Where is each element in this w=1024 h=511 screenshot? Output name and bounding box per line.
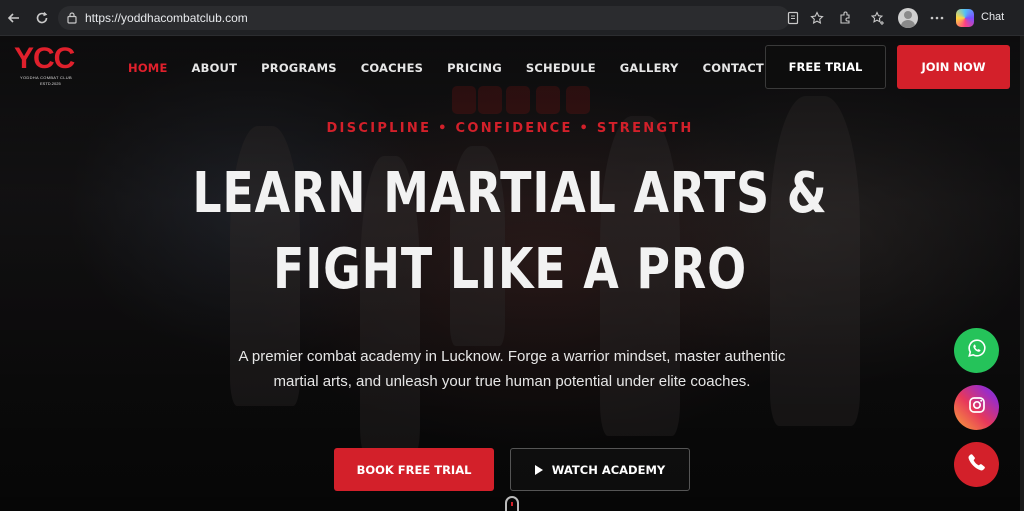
- free-trial-button[interactable]: FREE TRIAL: [765, 45, 886, 89]
- headline-line-2: FIGHT LIKE A PRO: [273, 237, 747, 302]
- hero-headline: LEARN MARTIAL ARTS & FIGHT LIKE A PRO: [92, 156, 928, 308]
- whatsapp-button[interactable]: [954, 328, 999, 373]
- nav-programs[interactable]: PROGRAMS: [261, 61, 337, 75]
- back-icon[interactable]: [4, 8, 24, 28]
- nav-home[interactable]: HOME: [128, 61, 168, 75]
- favorite-star-icon[interactable]: [808, 9, 826, 27]
- club-logo[interactable]: YCC YODDHA COMBAT CLUB ESTD.2025: [14, 44, 90, 90]
- favorites-icon[interactable]: [869, 9, 887, 27]
- logo-subtitle: YODDHA COMBAT CLUB: [20, 75, 72, 80]
- join-now-button[interactable]: JOIN NOW: [897, 45, 1010, 89]
- browser-toolbar: https://yoddhacombatclub.com Chat: [0, 0, 1024, 36]
- hero-section: YCC YODDHA COMBAT CLUB ESTD.2025 HOME AB…: [0, 36, 1020, 511]
- more-options-icon[interactable]: [928, 9, 946, 27]
- instagram-icon: [967, 395, 987, 420]
- scrollbar[interactable]: [1020, 36, 1024, 511]
- reader-mode-icon[interactable]: [784, 9, 802, 27]
- chat-label[interactable]: Chat: [981, 11, 1004, 23]
- url-text[interactable]: https://yoddhacombatclub.com: [85, 11, 248, 25]
- nav-gallery[interactable]: GALLERY: [620, 61, 679, 75]
- play-icon: [534, 464, 543, 475]
- nav-contact[interactable]: CONTACT: [703, 61, 764, 75]
- address-bar[interactable]: https://yoddhacombatclub.com: [58, 6, 824, 30]
- hero-eyebrow: DISCIPLINE • CONFIDENCE • STRENGTH: [326, 121, 694, 136]
- watch-academy-label: WATCH ACADEMY: [551, 462, 666, 477]
- profile-avatar[interactable]: [898, 8, 918, 28]
- nav-schedule[interactable]: SCHEDULE: [526, 61, 596, 75]
- nav-about[interactable]: ABOUT: [192, 61, 238, 75]
- nav-pricing[interactable]: PRICING: [447, 61, 502, 75]
- phone-button[interactable]: [954, 442, 999, 487]
- instagram-button[interactable]: [954, 385, 999, 430]
- reload-icon[interactable]: [32, 8, 52, 28]
- watch-academy-button[interactable]: WATCH ACADEMY: [510, 448, 690, 491]
- hero-description: A premier combat academy in Lucknow. For…: [238, 348, 786, 390]
- whatsapp-icon: [967, 338, 987, 363]
- logo-text: YCC: [14, 42, 75, 75]
- main-nav: HOME ABOUT PROGRAMS COACHES PRICING SCHE…: [128, 61, 788, 75]
- copilot-icon[interactable]: [956, 9, 974, 27]
- scroll-down-indicator[interactable]: [505, 496, 519, 511]
- nav-coaches[interactable]: COACHES: [361, 61, 423, 75]
- headline-line-1: LEARN MARTIAL ARTS &: [192, 161, 828, 226]
- book-free-trial-button[interactable]: BOOK FREE TRIAL: [334, 448, 494, 491]
- logo-established: ESTD.2025: [40, 81, 61, 86]
- extensions-icon[interactable]: [836, 9, 854, 27]
- phone-icon: [967, 452, 987, 477]
- lock-icon[interactable]: [66, 11, 78, 29]
